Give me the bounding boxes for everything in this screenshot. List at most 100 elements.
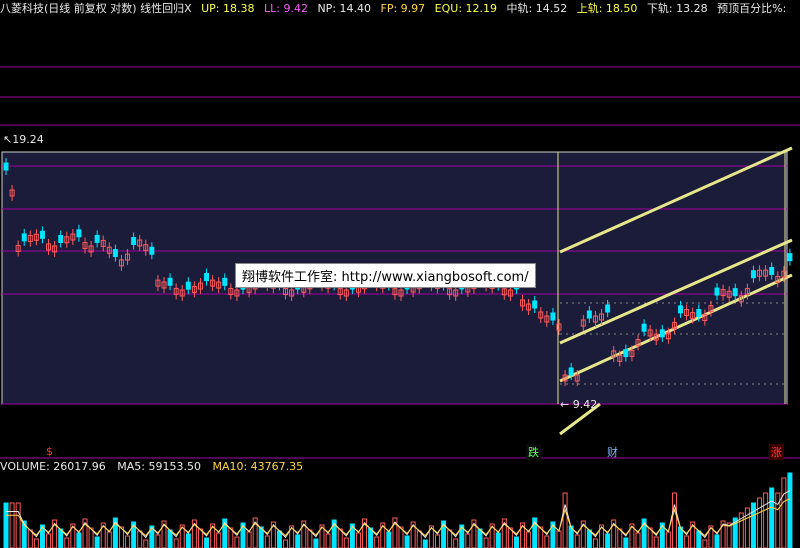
watermark-banner: 翔博软件工作室: http://www.xiangbosoft.com/ xyxy=(235,263,536,288)
equ-value: EQU: 12.19 xyxy=(434,2,498,15)
volume-bar xyxy=(355,532,361,548)
volume-bar xyxy=(76,532,82,548)
volume-bar xyxy=(3,502,9,548)
candle-body xyxy=(3,162,9,171)
volume-bar xyxy=(64,537,70,548)
candle-body xyxy=(659,329,665,338)
ll-value: LL: 9.42 xyxy=(264,2,308,15)
volume-bar xyxy=(750,502,756,548)
candle-body xyxy=(39,230,45,239)
volume-bar xyxy=(556,530,562,548)
volume-bar xyxy=(283,539,289,548)
candle-body xyxy=(641,323,647,332)
chart-title: 八菱科技(日线 前复权 对数) 线性回归X xyxy=(0,2,192,15)
volume-bar xyxy=(483,537,489,548)
lower-band-value: 下轨: 13.28 xyxy=(646,2,708,15)
volume-bar xyxy=(143,539,149,548)
signal-s-marker[interactable]: $ xyxy=(44,445,55,458)
stock-chart-window: 八菱科技(日线 前复权 对数) 线性回归X UP: 18.38 LL: 9.42… xyxy=(0,0,800,548)
candle-body xyxy=(532,300,538,309)
volume-bar xyxy=(295,534,301,548)
candle-body xyxy=(167,277,173,286)
candle-body xyxy=(750,270,756,279)
volume-bar xyxy=(167,529,173,548)
candle-body xyxy=(222,277,228,286)
candle-body xyxy=(185,281,191,290)
candle-body xyxy=(696,308,702,317)
volume-bar xyxy=(325,533,331,548)
candle-body xyxy=(623,349,629,358)
volume-bar xyxy=(276,530,282,548)
volume-bar xyxy=(635,532,641,548)
volume-bar xyxy=(94,536,100,548)
volume-bar xyxy=(586,529,592,548)
candle-body xyxy=(204,273,210,282)
volume-bar xyxy=(513,536,519,548)
candle-body xyxy=(605,304,611,313)
volume-bar xyxy=(246,531,252,548)
candle-body xyxy=(714,287,720,296)
volume-bar xyxy=(33,538,39,548)
signal-zhang-marker[interactable]: 涨 xyxy=(769,444,784,460)
volume-bar xyxy=(416,530,422,548)
volume-bar xyxy=(204,537,210,548)
middle-band-value: 中轨: 14.52 xyxy=(506,2,568,15)
candle-body xyxy=(787,253,793,262)
volume-bar xyxy=(106,531,112,548)
volume-bar xyxy=(684,535,690,548)
candle-body xyxy=(131,237,137,246)
volume-bar xyxy=(185,533,191,548)
fp-value: FP: 9.97 xyxy=(380,2,426,15)
candle-body xyxy=(586,310,592,319)
volume-bar xyxy=(574,534,580,548)
indicator-header: 八菱科技(日线 前复权 对数) 线性回归X UP: 18.38 LL: 9.42… xyxy=(0,0,800,18)
candle-body xyxy=(94,234,100,243)
volume-bar xyxy=(526,531,532,548)
volume-bar xyxy=(592,538,598,548)
volume-bar xyxy=(769,487,775,548)
signal-die-marker[interactable]: 跌 xyxy=(526,444,541,460)
peak-percent-label: 预顶百分比%: xyxy=(717,2,787,15)
ma5-value: MA5: 59153.50 xyxy=(117,460,201,473)
volume-bar xyxy=(125,535,131,548)
volume-bar xyxy=(465,533,471,548)
candle-body xyxy=(149,246,155,255)
signal-cai-marker[interactable]: 财 xyxy=(605,444,620,460)
candle-body xyxy=(732,288,738,297)
volume-bar xyxy=(234,536,240,548)
volume-bar xyxy=(702,539,708,548)
volume-bar xyxy=(696,530,702,548)
volume-bar xyxy=(386,531,392,548)
low-price-label: ← 9.42 xyxy=(560,398,598,411)
volume-bar xyxy=(495,532,501,548)
volume-bar xyxy=(665,531,671,548)
volume-bar xyxy=(155,534,161,548)
volume-bar xyxy=(671,492,677,548)
volume-bar xyxy=(623,537,629,548)
volume-bar xyxy=(763,492,769,548)
volume-bar xyxy=(46,533,52,548)
np-value: NP: 14.40 xyxy=(317,2,372,15)
volume-bar xyxy=(374,536,380,548)
volume-bar xyxy=(313,538,319,548)
volume-bar xyxy=(544,535,550,548)
volume-bar xyxy=(343,537,349,548)
volume-bar xyxy=(562,492,568,548)
volume-bar xyxy=(404,535,410,548)
high-price-label: ↖19.24 xyxy=(3,133,44,146)
volume-bar xyxy=(434,534,440,548)
candle-body xyxy=(550,312,556,321)
volume-header: VOLUME: 26017.96 MA5: 59153.50 MA10: 437… xyxy=(0,459,303,475)
volume-bar xyxy=(15,502,21,548)
candle-body xyxy=(58,234,64,243)
volume-bar xyxy=(787,472,793,548)
volume-value: VOLUME: 26017.96 xyxy=(0,460,106,473)
volume-bar xyxy=(453,538,459,548)
candle-body xyxy=(769,266,775,275)
volume-bar xyxy=(9,502,15,548)
ma10-value: MA10: 43767.35 xyxy=(212,460,304,473)
candle-body xyxy=(21,233,27,242)
candle-body xyxy=(568,367,574,376)
candle-body xyxy=(112,249,118,258)
volume-bar xyxy=(422,539,428,548)
